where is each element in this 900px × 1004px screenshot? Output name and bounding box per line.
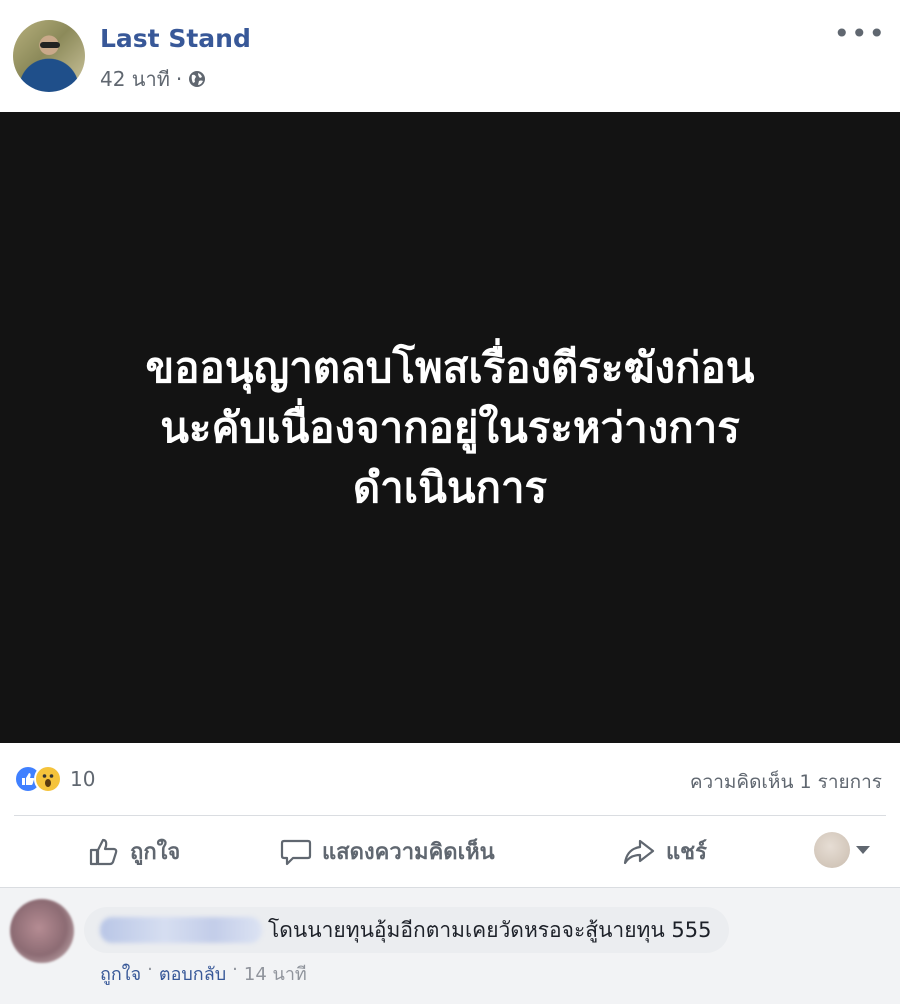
commenter-name-blurred[interactable] bbox=[100, 917, 262, 943]
like-button[interactable]: ถูกใจ bbox=[88, 834, 180, 869]
author-name[interactable]: Last Stand bbox=[100, 24, 251, 53]
reaction-count: 10 bbox=[70, 767, 96, 791]
comments-section: โดนนายทุนอุ้มอีกตามเคยวัดหรอจะสู้นายทุน … bbox=[0, 887, 900, 1004]
thumbs-up-icon bbox=[89, 838, 118, 865]
post-stats: 10 ความคิดเห็น 1 รายการ bbox=[0, 743, 900, 815]
more-options-icon[interactable]: ••• bbox=[833, 20, 886, 48]
image-text-line-1: ขออนุญาตลบโพสเรื่องตีระฆังก่อน bbox=[145, 342, 755, 392]
comment-bubble: โดนนายทุนอุ้มอีกตามเคยวัดหรอจะสู้นายทุน … bbox=[84, 907, 730, 953]
comment-separator: · bbox=[232, 959, 238, 980]
comment-label: แสดงความคิดเห็น bbox=[322, 840, 495, 865]
image-text-line-3: ดำเนินการ bbox=[352, 462, 548, 512]
viewer-avatar bbox=[814, 832, 850, 868]
post-image[interactable]: ขออนุญาตลบโพสเรื่องตีระฆังก่อน นะคับเนื่… bbox=[0, 112, 900, 743]
wow-reaction-icon bbox=[34, 765, 62, 793]
comment-icon bbox=[280, 839, 312, 865]
comment-separator: · bbox=[147, 959, 153, 980]
comment-time[interactable]: 14 นาที bbox=[244, 959, 307, 988]
comment-reply-link[interactable]: ตอบกลับ bbox=[159, 959, 226, 988]
meta-separator: · bbox=[175, 67, 183, 91]
share-button[interactable]: แชร์ bbox=[622, 834, 707, 869]
post-time[interactable]: 42 นาที bbox=[100, 63, 170, 95]
share-label: แชร์ bbox=[666, 840, 707, 865]
post-as-selector[interactable] bbox=[814, 832, 870, 868]
comment-text: โดนนายทุนอุ้มอีกตามเคยวัดหรอจะสู้นายทุน … bbox=[268, 917, 712, 942]
author-avatar[interactable] bbox=[13, 20, 85, 92]
post-meta: 42 นาที · bbox=[100, 63, 206, 95]
comment-actions: ถูกใจ · ตอบกลับ · 14 นาที bbox=[100, 959, 307, 988]
comment-like-link[interactable]: ถูกใจ bbox=[100, 959, 141, 988]
commenter-avatar[interactable] bbox=[10, 899, 74, 963]
post-image-text: ขออนุญาตลบโพสเรื่องตีระฆังก่อน นะคับเนื่… bbox=[20, 338, 880, 518]
globe-icon[interactable] bbox=[188, 70, 206, 88]
reactions-summary[interactable]: 10 bbox=[14, 765, 95, 793]
share-icon bbox=[623, 839, 655, 864]
like-label: ถูกใจ bbox=[130, 840, 181, 865]
post-header: Last Stand 42 นาที · ••• bbox=[0, 0, 900, 112]
caret-down-icon bbox=[856, 846, 870, 854]
comments-count-link[interactable]: ความคิดเห็น 1 รายการ bbox=[690, 767, 882, 797]
post-actions: ถูกใจ แสดงความคิดเห็น แชร์ bbox=[0, 816, 900, 886]
image-text-line-2: นะคับเนื่องจากอยู่ในระหว่างการ bbox=[160, 402, 740, 452]
comment-button[interactable]: แสดงความคิดเห็น bbox=[280, 834, 495, 869]
